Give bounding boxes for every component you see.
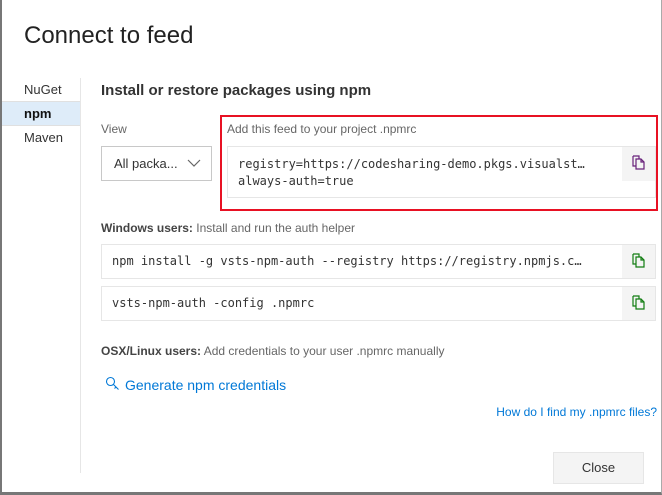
npmrc-code-box[interactable]: registry=https://codesharing-demo.pkgs.v… — [227, 146, 656, 198]
npmrc-line-1: registry=https://codesharing-demo.pkgs.v… — [238, 157, 585, 171]
copy-icon — [631, 155, 646, 173]
osx-users-desc: Add credentials to your user .npmrc manu… — [201, 344, 445, 358]
view-label: View — [101, 122, 127, 136]
dialog-title: Connect to feed — [24, 22, 194, 49]
windows-users-text: Windows users: Install and run the auth … — [101, 221, 355, 235]
copy-icon — [631, 294, 646, 313]
install-command: npm install -g vsts-npm-auth --registry … — [112, 254, 582, 268]
sidebar-item-npm[interactable]: npm — [2, 102, 80, 126]
close-button[interactable]: Close — [553, 452, 644, 484]
view-dropdown-value: All packa... — [114, 156, 178, 171]
copy-install-command-button[interactable] — [622, 245, 655, 278]
copy-icon — [631, 252, 646, 271]
sidebar-item-maven[interactable]: Maven — [2, 126, 80, 150]
auth-command: vsts-npm-auth -config .npmrc — [112, 296, 315, 310]
osx-users-label: OSX/Linux users: — [101, 344, 202, 358]
auth-command-box[interactable]: vsts-npm-auth -config .npmrc — [101, 286, 656, 321]
copy-npmrc-button[interactable] — [622, 147, 655, 181]
npmrc-line-2: always-auth=true — [238, 174, 354, 188]
install-command-box[interactable]: npm install -g vsts-npm-auth --registry … — [101, 244, 656, 279]
view-dropdown[interactable]: All packa... — [101, 146, 212, 181]
osx-users-text: OSX/Linux users: Add credentials to your… — [101, 344, 444, 358]
copy-auth-command-button[interactable] — [622, 287, 655, 320]
sidebar-item-nuget[interactable]: NuGet — [2, 78, 80, 102]
chevron-down-icon — [187, 147, 201, 180]
generate-credentials-link[interactable]: Generate npm credentials — [105, 376, 286, 394]
help-npmrc-link[interactable]: How do I find my .npmrc files? — [496, 405, 657, 419]
generate-credentials-label: Generate npm credentials — [125, 377, 287, 393]
key-icon — [105, 376, 120, 394]
section-heading: Install or restore packages using npm — [101, 82, 372, 99]
windows-users-label: Windows users: — [101, 221, 193, 235]
sidebar: NuGet npm Maven — [2, 78, 81, 473]
npmrc-label: Add this feed to your project .npmrc — [227, 122, 417, 136]
windows-users-desc: Install and run the auth helper — [192, 221, 356, 235]
